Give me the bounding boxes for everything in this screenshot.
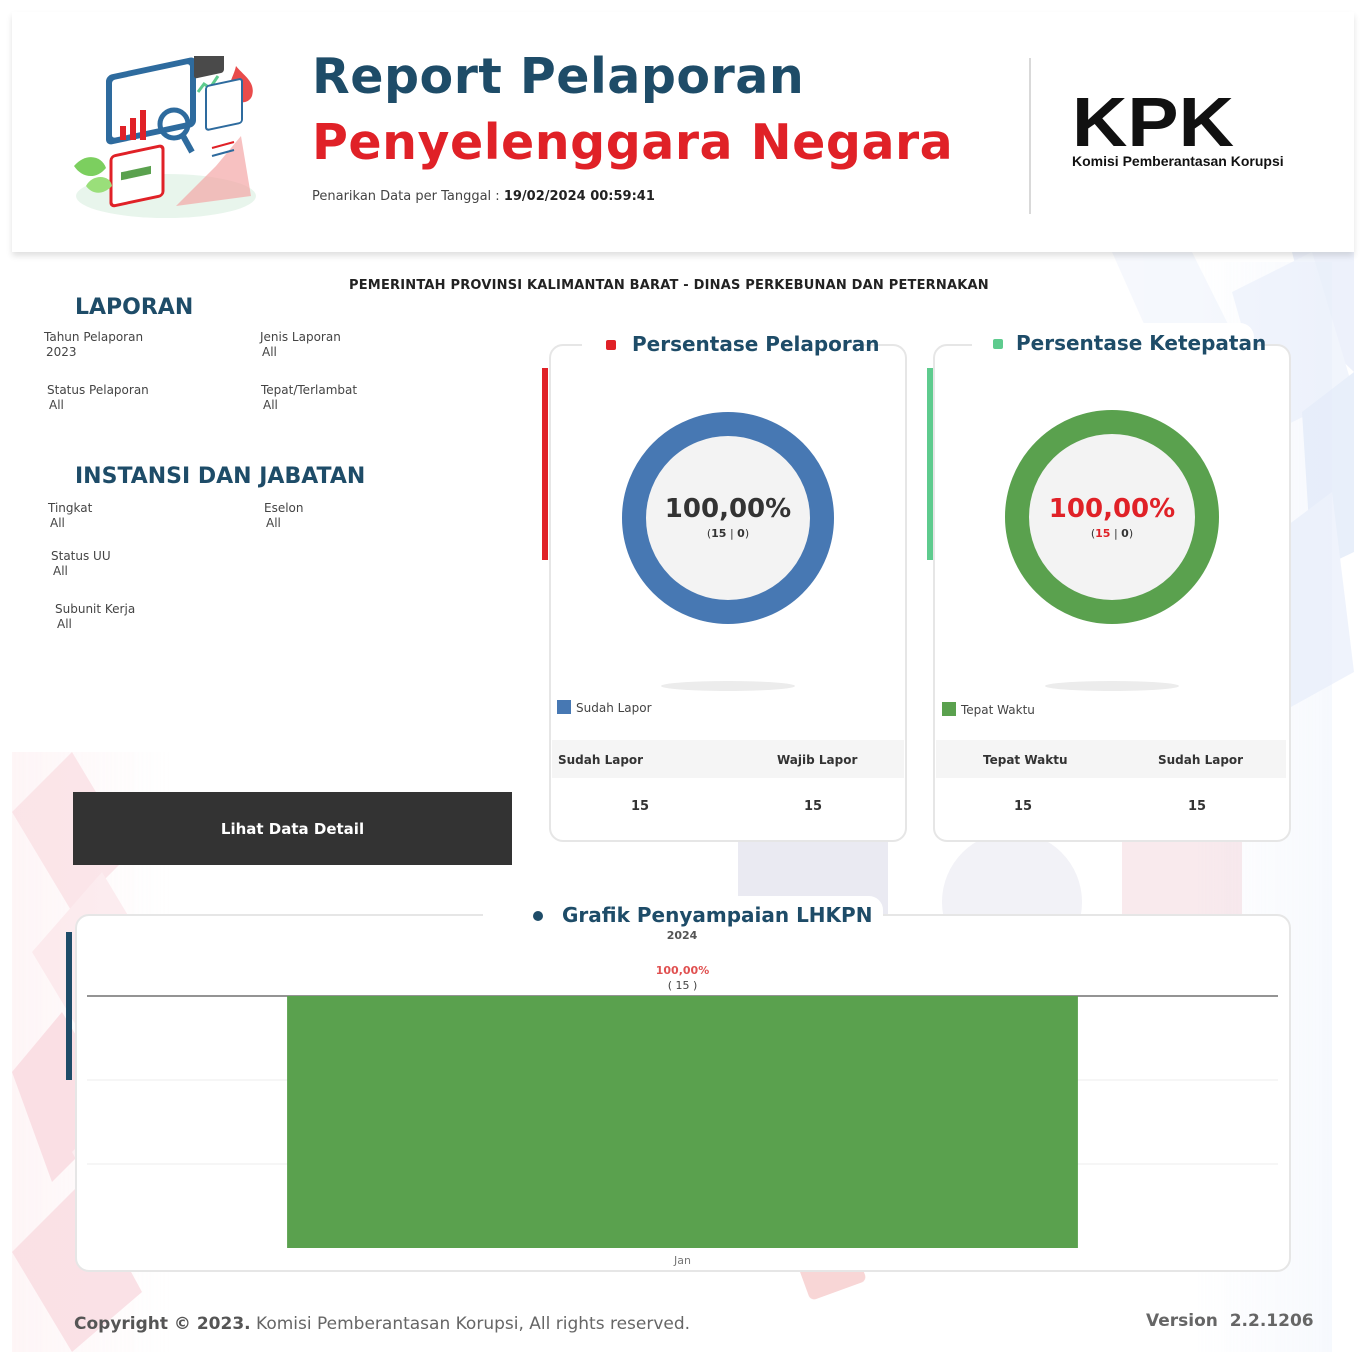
- ketepatan-donut-shadow: [1045, 681, 1179, 691]
- filter-label-tahun: Tahun Pelaporan: [44, 330, 144, 344]
- pelaporan-percent: 100,00%: [664, 494, 792, 524]
- pelaporan-breakdown: (15 | 0): [706, 527, 750, 540]
- ketepatan-legend-swatch: [942, 702, 956, 716]
- chart-value-label: 100,00%: [656, 964, 709, 977]
- filter-label-status-pelaporan: Status Pelaporan: [47, 383, 149, 397]
- ketepatan-count-b: 0: [1121, 527, 1129, 540]
- kpk-logo: KPK: [1072, 92, 1234, 150]
- report-illustration-icon: [74, 56, 256, 218]
- kpk-subtitle: Komisi Pemberantasan Korupsi: [1072, 153, 1284, 169]
- ketepatan-col1-header: Tepat Waktu: [983, 753, 1068, 767]
- grafik-title: Grafik Penyampaian LHKPN: [562, 903, 873, 927]
- instansi-section-title: INSTANSI DAN JABATAN: [75, 464, 366, 489]
- filter-tahun-select[interactable]: 2023: [46, 345, 77, 359]
- ketepatan-percent: 100,00%: [1048, 494, 1176, 524]
- filter-label-eselon: Eselon: [264, 501, 304, 515]
- pelaporan-accent-bar: [542, 368, 548, 560]
- ketepatan-col2-header: Sudah Lapor: [1158, 753, 1244, 767]
- grafik-subtitle: 2024: [666, 929, 698, 942]
- grafik-accent-bar: [66, 932, 72, 1080]
- pelaporan-col2-value: 15: [803, 799, 823, 814]
- agency-name: PEMERINTAH PROVINSI KALIMANTAN BARAT - D…: [349, 278, 989, 293]
- filter-subunit-select[interactable]: All: [57, 617, 72, 631]
- grafik-dot-icon: [533, 911, 543, 921]
- filter-tingkat-select[interactable]: All: [50, 516, 65, 530]
- agency-banner: PEMERINTAH PROVINSI KALIMANTAN BARAT - D…: [210, 266, 1110, 308]
- filter-tepat-select[interactable]: All: [263, 398, 278, 412]
- title-line-1: Report Pelaporan: [312, 48, 805, 105]
- pelaporan-col1-value: 15: [630, 799, 650, 814]
- pelaporan-title: Persentase Pelaporan: [632, 332, 880, 356]
- chart-bar-jan: [287, 996, 1078, 1248]
- footer-copyright: Copyright © 2023. Komisi Pemberantasan K…: [74, 1314, 691, 1334]
- ketepatan-col1-value: 15: [1013, 799, 1033, 814]
- filter-label-tingkat: Tingkat: [48, 501, 93, 515]
- pelaporan-dot-icon: [606, 340, 616, 350]
- filter-eselon-select[interactable]: All: [266, 516, 281, 530]
- title-line-2: Penyelenggara Negara: [312, 114, 954, 171]
- lhkpn-bar-chart: 100,00% ( 15 ) Jan: [87, 964, 1278, 1267]
- filter-label-jenis: Jenis Laporan: [260, 330, 341, 344]
- pull-date: Penarikan Data per Tanggal : 19/02/2024 …: [312, 189, 655, 204]
- pelaporan-count-b: 0: [737, 527, 745, 540]
- ketepatan-title: Persentase Ketepatan: [1016, 331, 1267, 355]
- pelaporan-count-a: 15: [711, 527, 727, 540]
- filter-label-status-uu: Status UU: [51, 549, 111, 563]
- pull-date-label: Penarikan Data per Tanggal :: [312, 189, 500, 204]
- ketepatan-breakdown: (15 | 0): [1090, 527, 1134, 540]
- laporan-section-title: LAPORAN: [75, 295, 194, 320]
- pull-date-value: 19/02/2024 00:59:41: [503, 189, 655, 204]
- ketepatan-legend-label: Tepat Waktu: [961, 703, 1035, 717]
- filter-jenis-select[interactable]: All: [262, 345, 277, 359]
- ketepatan-count-a: 15: [1095, 527, 1111, 540]
- ketepatan-col2-value: 15: [1187, 799, 1207, 814]
- pelaporan-legend-swatch: [557, 700, 571, 714]
- view-detail-button[interactable]: Lihat Data Detail: [73, 792, 512, 865]
- pelaporan-legend-label: Sudah Lapor: [576, 701, 652, 715]
- ketepatan-dot-icon: [993, 339, 1003, 349]
- filter-label-subunit: Subunit Kerja: [55, 602, 136, 616]
- filter-label-tepat: Tepat/Terlambat: [261, 383, 358, 397]
- filter-status-uu-select[interactable]: All: [53, 564, 68, 578]
- chart-count-label: ( 15 ): [668, 979, 698, 992]
- pelaporan-col1-header: Sudah Lapor: [558, 753, 644, 767]
- header-divider: [1029, 58, 1031, 214]
- pelaporan-col2-header: Wajib Lapor: [777, 753, 858, 767]
- pelaporan-donut-shadow: [661, 681, 795, 691]
- chart-x-tick-jan: Jan: [673, 1254, 691, 1267]
- filter-status-pelaporan-select[interactable]: All: [49, 398, 64, 412]
- footer-version: Version 2.2.1206: [1146, 1311, 1314, 1331]
